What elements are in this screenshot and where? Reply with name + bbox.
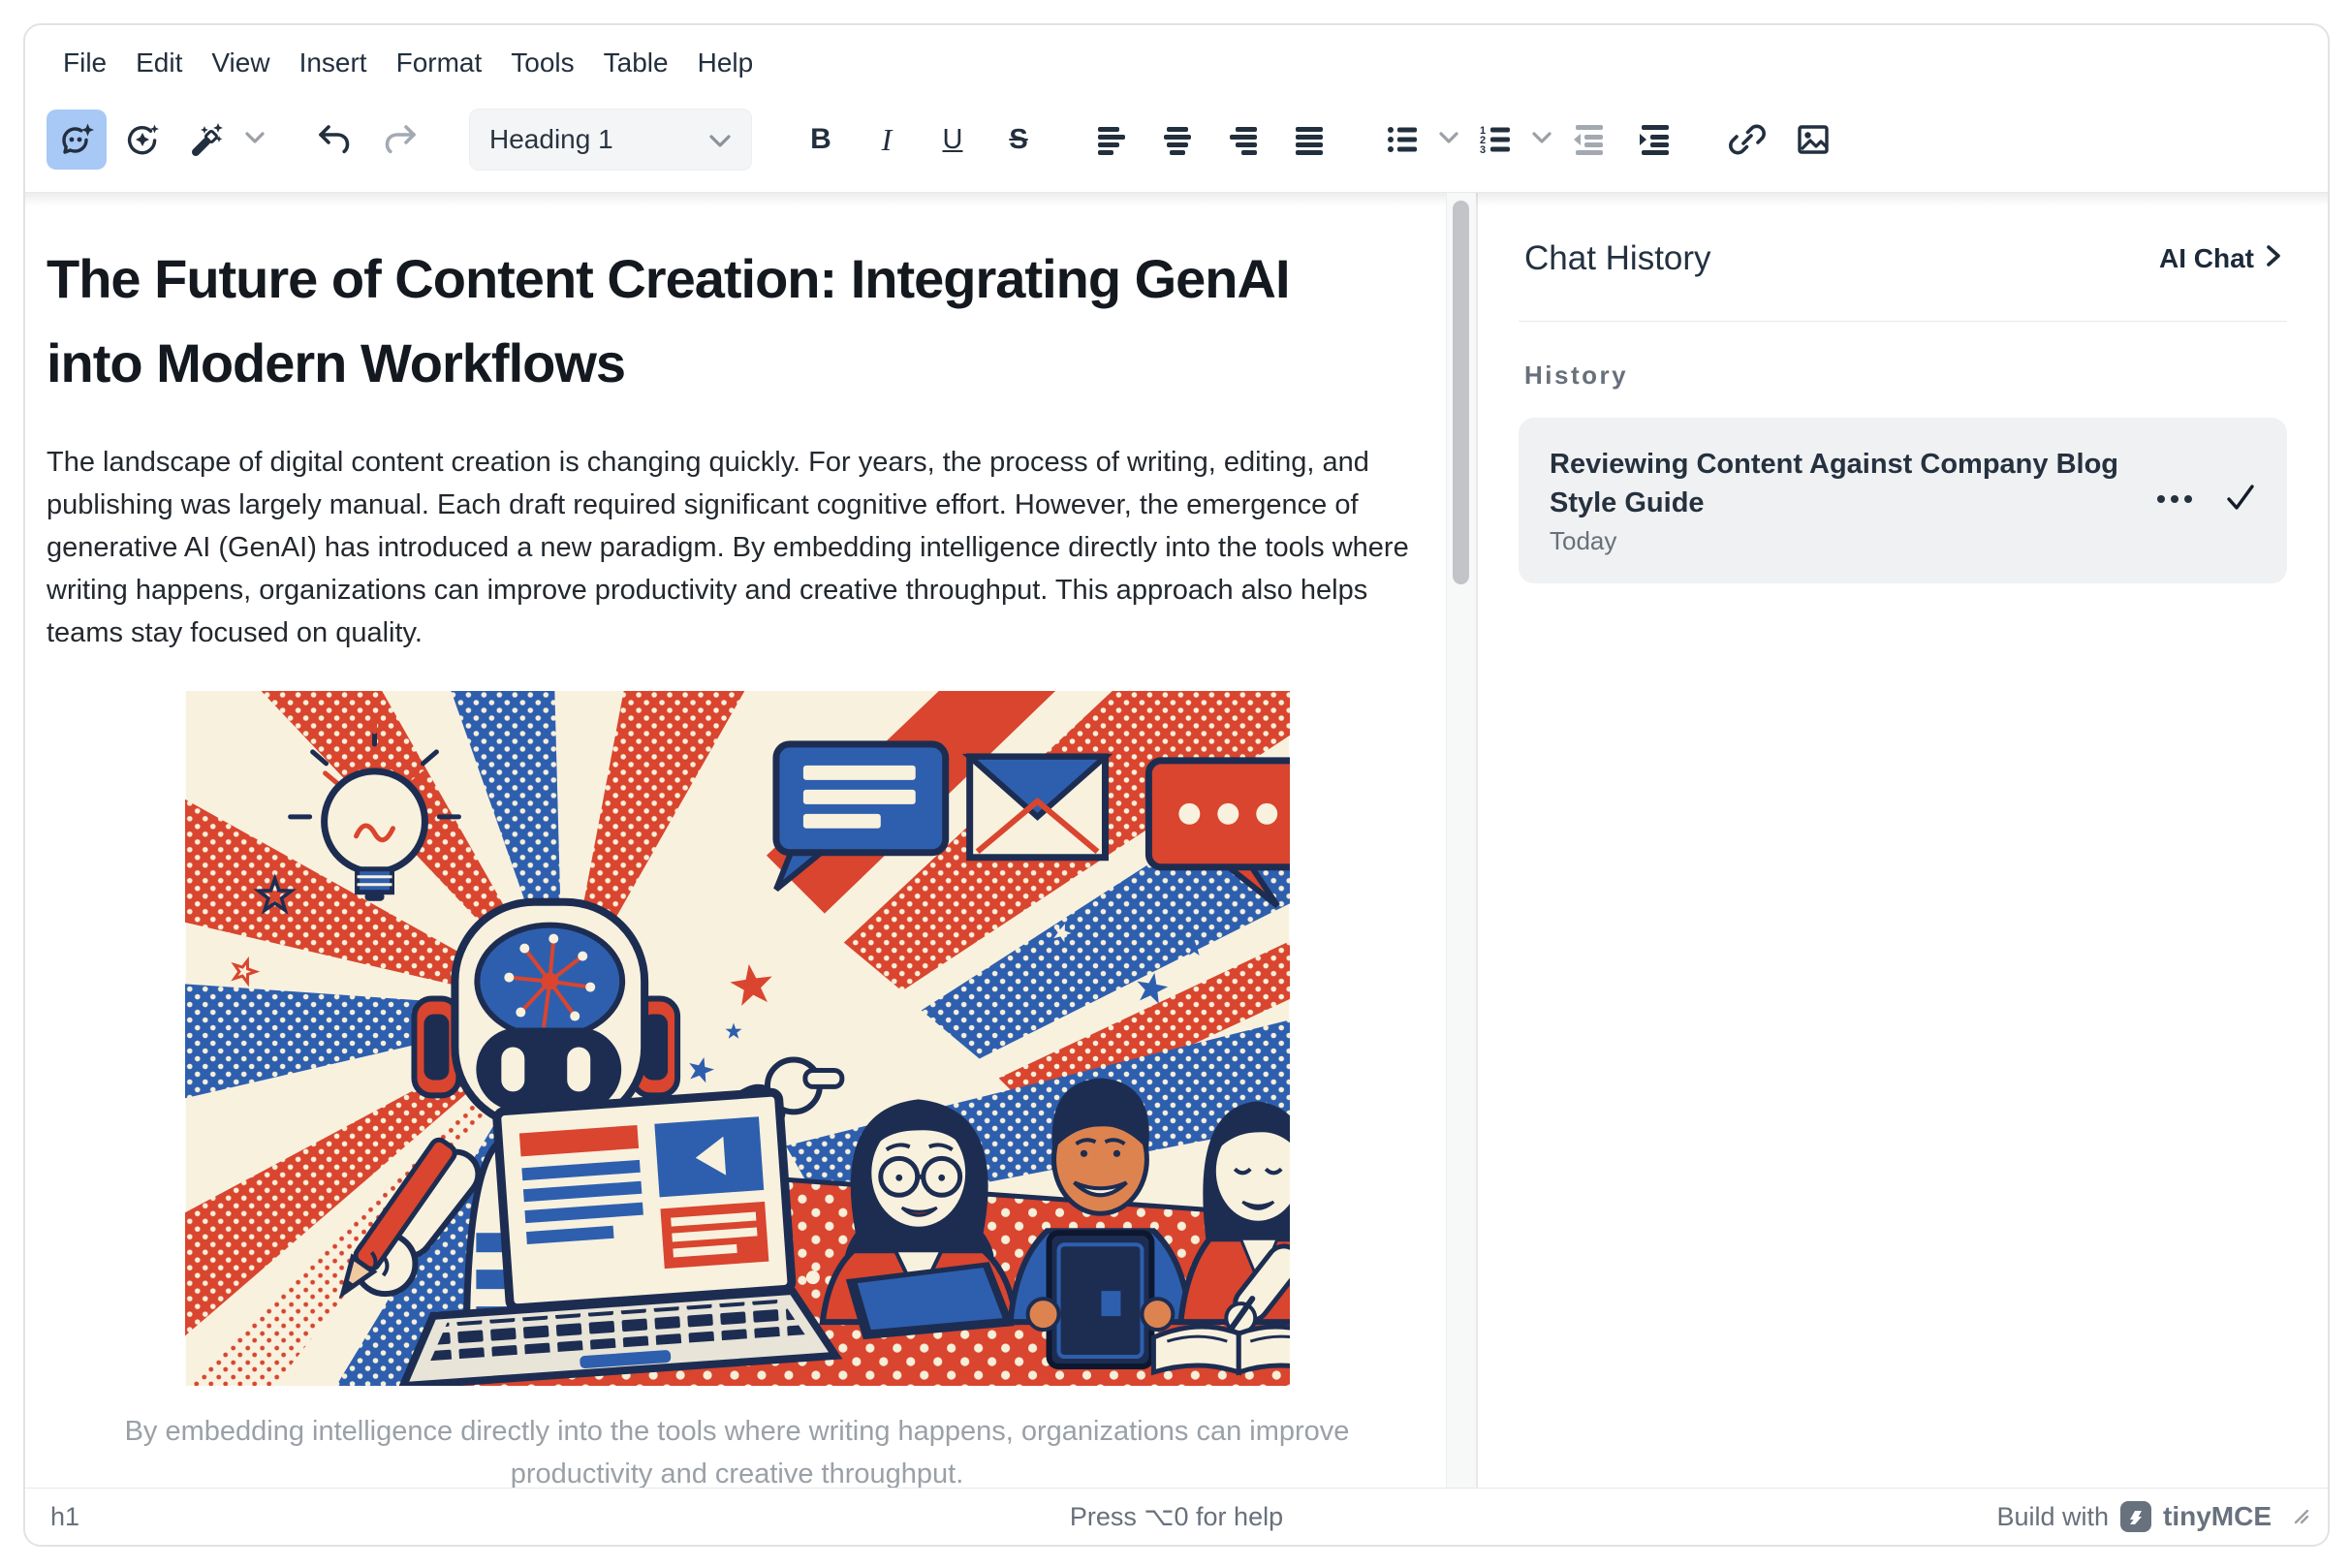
underline-button[interactable]: U [923, 110, 983, 170]
justify-icon [1289, 119, 1330, 160]
element-path[interactable]: h1 [50, 1502, 79, 1532]
history-item[interactable]: Reviewing Content Against Company Blog S… [1519, 418, 2287, 583]
align-right-icon [1223, 119, 1264, 160]
align-center-button[interactable] [1147, 110, 1207, 170]
chevron-right-icon [2266, 243, 2281, 274]
format-select[interactable]: Heading 1 [469, 109, 752, 171]
numbered-list-icon: 123 [1475, 119, 1516, 160]
image-caption[interactable]: By embedding intelligence directly into … [108, 1410, 1367, 1488]
redo-icon [380, 119, 421, 160]
numbered-list-button[interactable]: 123 [1465, 110, 1525, 170]
magic-wand-icon [188, 119, 229, 160]
strikethrough-button[interactable]: S [988, 110, 1049, 170]
bullet-list-dropdown[interactable] [1432, 110, 1465, 170]
tinymce-logo-icon [2120, 1501, 2151, 1532]
outdent-icon [1568, 119, 1609, 160]
outdent-button[interactable] [1558, 110, 1618, 170]
menu-edit[interactable]: Edit [121, 42, 197, 84]
justify-button[interactable] [1279, 110, 1339, 170]
chat-history-sidebar: Chat History AI Chat History Reviewing C… [1478, 193, 2328, 1488]
insert-image-button[interactable] [1783, 110, 1843, 170]
ai-chat-icon [56, 119, 97, 160]
ai-shortcuts-dropdown[interactable] [238, 110, 271, 170]
editor-scrollbar[interactable] [1446, 193, 1476, 1488]
bullet-list-icon [1382, 119, 1423, 160]
link-icon [1727, 119, 1768, 160]
scrollbar-thumb[interactable] [1453, 201, 1469, 584]
align-center-icon [1157, 119, 1198, 160]
image-icon [1793, 119, 1834, 160]
ai-shortcuts-button[interactable] [178, 110, 238, 170]
ai-review-button[interactable] [112, 110, 172, 170]
redo-button[interactable] [370, 110, 430, 170]
status-bar: h1 Press ⌥0 for help Build with tinyMCE [25, 1488, 2328, 1545]
chevron-down-icon [1531, 131, 1552, 149]
menu-table[interactable]: Table [589, 42, 683, 84]
sidebar-header: Chat History AI Chat [1519, 193, 2287, 322]
history-item-select-button[interactable] [2225, 485, 2256, 517]
bold-glyph: B [810, 125, 831, 154]
chevron-down-icon [708, 124, 732, 155]
indent-icon [1634, 119, 1675, 160]
chevron-down-icon [244, 131, 266, 149]
ai-chat-link-label: AI Chat [2159, 243, 2254, 274]
menu-insert[interactable]: Insert [285, 42, 382, 84]
branding-prefix: Build with [1996, 1502, 2109, 1532]
document-illustration[interactable] [185, 691, 1290, 1386]
sidebar-title: Chat History [1524, 239, 1711, 278]
branding[interactable]: Build with tinyMCE [1996, 1501, 2310, 1532]
help-shortcut-text: Press ⌥0 for help [1070, 1502, 1283, 1532]
italic-glyph: I [882, 124, 893, 155]
chevron-down-icon [1438, 131, 1459, 149]
history-item-menu-button[interactable] [2153, 492, 2196, 510]
bold-button[interactable]: B [791, 110, 851, 170]
menu-help[interactable]: Help [683, 42, 768, 84]
history-item-text: Reviewing Content Against Company Blog S… [1550, 445, 2124, 556]
document-paragraph[interactable]: The landscape of digital content creatio… [47, 441, 1426, 654]
indent-button[interactable] [1624, 110, 1684, 170]
editor-area[interactable]: The Future of Content Creation: Integrat… [25, 193, 1476, 1488]
numbered-list-dropdown[interactable] [1525, 110, 1558, 170]
document-heading[interactable]: The Future of Content Creation: Integrat… [47, 237, 1384, 406]
strikethrough-glyph: S [1009, 126, 1027, 154]
align-left-icon [1091, 119, 1132, 160]
svg-text:3: 3 [1480, 144, 1486, 156]
format-select-value: Heading 1 [489, 124, 613, 155]
bullet-list-button[interactable] [1372, 110, 1432, 170]
undo-button[interactable] [304, 110, 364, 170]
link-button[interactable] [1717, 110, 1777, 170]
menu-bar: File Edit View Insert Format Tools Table… [25, 25, 2328, 93]
menu-file[interactable]: File [48, 42, 121, 84]
underline-glyph: U [943, 126, 963, 154]
italic-button[interactable]: I [857, 110, 917, 170]
history-item-timestamp: Today [1550, 526, 2124, 556]
envelope-icon-art [969, 756, 1105, 857]
align-left-button[interactable] [1081, 110, 1142, 170]
menu-tools[interactable]: Tools [496, 42, 588, 84]
menu-view[interactable]: View [197, 42, 284, 84]
toolbar: Heading 1 B I U S [25, 93, 2328, 193]
align-right-button[interactable] [1213, 110, 1273, 170]
ai-review-icon [122, 119, 163, 160]
ellipsis-icon [2153, 492, 2196, 510]
menu-format[interactable]: Format [382, 42, 497, 84]
history-item-title: Reviewing Content Against Company Blog S… [1550, 445, 2124, 522]
ai-chat-button[interactable] [47, 110, 107, 170]
undo-icon [314, 119, 355, 160]
history-section-label: History [1524, 361, 2281, 391]
resize-handle-icon[interactable] [2293, 1508, 2310, 1525]
ai-chat-link[interactable]: AI Chat [2159, 243, 2281, 274]
check-icon [2225, 485, 2256, 517]
branding-name: tinyMCE [2163, 1501, 2272, 1532]
editor-window: File Edit View Insert Format Tools Table… [23, 23, 2330, 1547]
